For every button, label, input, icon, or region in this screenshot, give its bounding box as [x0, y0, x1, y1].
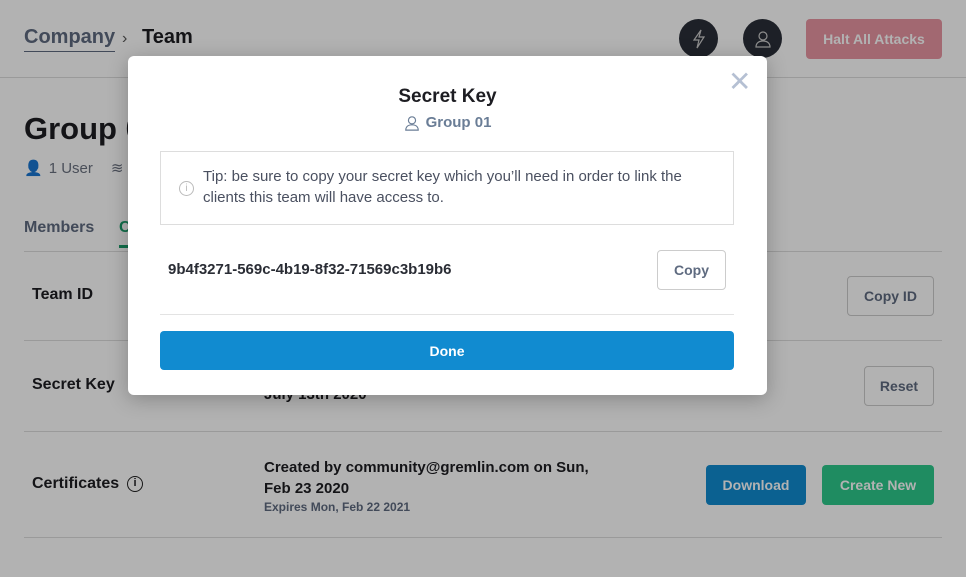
tip-box: i Tip: be sure to copy your secret key w…: [160, 151, 734, 225]
divider: [160, 314, 734, 315]
tip-text: Tip: be sure to copy your secret key whi…: [203, 168, 682, 206]
modal-title: Secret Key: [398, 86, 497, 107]
secret-key-value[interactable]: 9b4f3271-569c-4b19-8f32-71569c3b19b6: [168, 261, 452, 278]
done-button[interactable]: Done: [160, 331, 734, 370]
user-icon: [404, 115, 419, 131]
secret-key-modal: ✕ Secret Key Group 01 i Tip: be sure to …: [128, 56, 767, 395]
info-icon: i: [179, 181, 194, 196]
copy-button[interactable]: Copy: [657, 250, 726, 290]
modal-subtitle: Group 01: [128, 114, 767, 131]
group-name: Group 01: [425, 114, 492, 131]
